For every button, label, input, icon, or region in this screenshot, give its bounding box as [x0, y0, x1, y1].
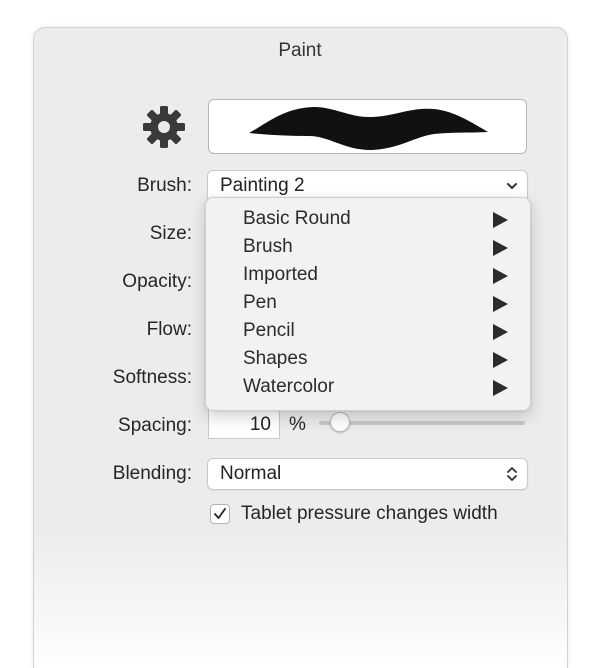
blending-popup[interactable]: Normal	[207, 458, 528, 490]
spacing-unit: %	[289, 414, 306, 435]
brush-popup-value: Painting 2	[220, 175, 305, 196]
brush-preview	[208, 99, 527, 154]
chevron-up-down-icon	[505, 465, 519, 483]
gear-icon[interactable]	[140, 103, 188, 151]
submenu-arrow-icon	[493, 352, 508, 368]
menu-item-label: Pen	[243, 292, 277, 313]
menu-item-label: Basic Round	[243, 208, 351, 229]
brush-stroke-preview	[249, 107, 488, 150]
spacing-slider-knob[interactable]	[329, 412, 350, 432]
brush-dropdown-menu: Basic Round Brush Imported Pen Pencil Sh…	[205, 197, 531, 411]
tablet-pressure-label[interactable]: Tablet pressure changes width	[241, 503, 498, 525]
submenu-arrow-icon	[493, 296, 508, 312]
menu-item-brush[interactable]: Brush	[206, 234, 530, 262]
menu-item-label: Shapes	[243, 348, 308, 369]
menu-item-pen[interactable]: Pen	[206, 290, 530, 318]
brush-label: Brush:	[137, 175, 192, 196]
spacing-slider-track[interactable]	[319, 421, 525, 425]
panel-title: Paint	[278, 40, 322, 61]
menu-item-imported[interactable]: Imported	[206, 262, 530, 290]
spacing-field[interactable]: 10	[208, 408, 280, 439]
blending-label: Blending:	[112, 463, 192, 484]
submenu-arrow-icon	[493, 380, 508, 396]
opacity-label: Opacity:	[122, 271, 192, 292]
tablet-pressure-checkbox[interactable]	[210, 504, 230, 524]
menu-item-pencil[interactable]: Pencil	[206, 318, 530, 346]
spacing-label: Spacing:	[118, 415, 192, 436]
size-label: Size:	[149, 223, 192, 244]
submenu-arrow-icon	[493, 240, 508, 256]
menu-item-label: Brush	[243, 236, 293, 257]
menu-item-shapes[interactable]: Shapes	[206, 346, 530, 374]
checkmark-icon	[214, 508, 226, 519]
spacing-value: 10	[249, 414, 271, 435]
submenu-arrow-icon	[493, 212, 508, 228]
submenu-arrow-icon	[493, 268, 508, 284]
menu-item-watercolor[interactable]: Watercolor	[206, 374, 530, 402]
menu-item-label: Imported	[243, 264, 318, 285]
menu-item-label: Watercolor	[243, 376, 335, 397]
softness-label: Softness:	[112, 367, 192, 388]
chevron-down-icon	[505, 177, 519, 195]
submenu-arrow-icon	[493, 324, 508, 340]
menu-item-basic-round[interactable]: Basic Round	[206, 206, 530, 234]
menu-item-label: Pencil	[243, 320, 295, 341]
blending-popup-value: Normal	[220, 463, 282, 484]
flow-label: Flow:	[146, 319, 192, 340]
